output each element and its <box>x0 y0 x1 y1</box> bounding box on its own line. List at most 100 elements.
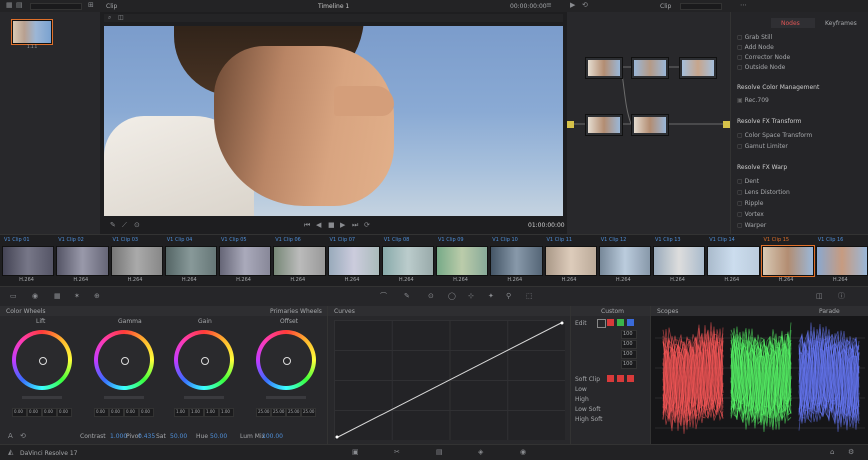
wheel-value-field[interactable]: 1.00 <box>189 408 204 417</box>
intensity-field[interactable]: 100 <box>621 340 637 349</box>
key-icon[interactable]: ⚲ <box>506 293 511 300</box>
still-thumbnail[interactable] <box>11 19 53 45</box>
channel-blue-swatch[interactable] <box>627 319 634 326</box>
viewer-image[interactable] <box>104 26 563 216</box>
color-match-icon[interactable]: ▦ <box>54 293 61 300</box>
loop-playback-icon[interactable]: ⟳ <box>364 222 370 229</box>
wheel-value-field[interactable]: 25.00 <box>301 408 316 417</box>
node-05[interactable] <box>631 114 669 136</box>
intensity-field[interactable]: 100 <box>621 330 637 339</box>
sizing-icon[interactable]: ⬚ <box>526 293 533 300</box>
loop-icon[interactable]: ⟲ <box>582 2 588 9</box>
color-wheel-gain[interactable] <box>174 330 234 390</box>
stop-icon[interactable]: ■ <box>328 222 335 229</box>
wheel-value-field[interactable]: 0.00 <box>57 408 72 417</box>
blur-icon[interactable]: ✦ <box>488 293 494 300</box>
wheel-value-field[interactable]: 25.00 <box>271 408 286 417</box>
wheel-value-field[interactable]: 0.00 <box>109 408 124 417</box>
wheel-value-field[interactable]: 25.00 <box>256 408 271 417</box>
list-item[interactable]: ▢ Lens Distortion <box>737 189 790 196</box>
color-page-icon[interactable]: ◉ <box>520 449 526 456</box>
sat-value[interactable]: 50.00 <box>170 433 187 440</box>
master-wheel-slider[interactable] <box>22 396 62 399</box>
list-item[interactable]: ▢ Vortex <box>737 211 764 218</box>
step-back-icon[interactable]: ◀ <box>316 222 321 229</box>
color-wheel-offset[interactable] <box>256 330 316 390</box>
tab-keyframes[interactable]: Keyframes <box>825 20 857 27</box>
wheel-value-field[interactable]: 0.00 <box>139 408 154 417</box>
brush-icon[interactable]: ⟋ <box>122 222 127 229</box>
lut-icon[interactable]: ▭ <box>10 293 17 300</box>
clip-thumbnail[interactable] <box>653 246 706 276</box>
clip-thumbnail[interactable] <box>544 246 597 276</box>
master-wheel-slider[interactable] <box>184 396 224 399</box>
home-icon[interactable]: ⌂ <box>830 449 834 456</box>
skip-forward-icon[interactable]: ⏭ <box>352 222 358 229</box>
play-icon[interactable]: ▶ <box>570 2 575 9</box>
color-wheel-lift[interactable] <box>12 330 72 390</box>
clip-thumbnail[interactable] <box>219 246 272 276</box>
wheel-value-field[interactable]: 0.00 <box>42 408 57 417</box>
node-04[interactable] <box>585 114 623 136</box>
marker-icon[interactable]: ⊙ <box>134 222 140 229</box>
node-03[interactable] <box>679 57 717 79</box>
node-mode-label[interactable]: Clip <box>660 3 671 10</box>
wheel-mode-select[interactable]: Primaries Wheels <box>270 308 322 315</box>
node-zoom-slider[interactable] <box>680 3 722 10</box>
clip-thumbnail[interactable] <box>490 246 543 276</box>
clip-thumbnail[interactable] <box>707 246 760 276</box>
clip-thumbnail[interactable] <box>273 246 326 276</box>
qualifier-icon[interactable]: ⊙ <box>428 293 434 300</box>
intensity-field[interactable]: 100 <box>621 360 637 369</box>
wheel-value-field[interactable]: 25.00 <box>286 408 301 417</box>
viewer-zoom-icon[interactable]: ⌕ <box>108 14 111 21</box>
clip-thumbnail[interactable] <box>2 246 55 276</box>
warper-icon[interactable]: ✎ <box>404 293 410 300</box>
master-wheel-slider[interactable] <box>104 396 144 399</box>
list-item[interactable]: ▢ Corrector Node <box>737 54 790 61</box>
wheel-value-field[interactable]: 1.00 <box>174 408 189 417</box>
fusion-page-icon[interactable]: ◈ <box>478 449 483 456</box>
list-item[interactable]: ▢ Outside Node <box>737 64 785 71</box>
clip-thumbnail[interactable] <box>327 246 380 276</box>
hdr-icon[interactable]: ✶ <box>74 293 80 300</box>
softclip-red-swatch[interactable] <box>607 375 614 382</box>
wheel-value-field[interactable]: 1.00 <box>204 408 219 417</box>
rgb-mixer-icon[interactable]: ⊕ <box>94 293 100 300</box>
lum-mix-value[interactable]: 100.00 <box>262 433 283 440</box>
media-page-icon[interactable]: ▣ <box>352 449 359 456</box>
view-options-icon[interactable]: ⊞ <box>88 2 94 9</box>
scope-mode-select[interactable]: Parade <box>819 308 840 315</box>
intensity-field[interactable]: 100 <box>621 350 637 359</box>
channel-luma-swatch[interactable] <box>597 319 606 328</box>
color-wheel-gamma[interactable] <box>94 330 154 390</box>
pen-icon[interactable]: ✎ <box>110 222 116 229</box>
softclip-red-swatch-3[interactable] <box>627 375 634 382</box>
menu-icon[interactable]: ≡ <box>546 2 552 9</box>
edit-page-icon[interactable]: ▤ <box>436 449 443 456</box>
media-pool-icon[interactable]: ▤ <box>16 2 23 9</box>
hue-value[interactable]: 50.00 <box>210 433 227 440</box>
list-item[interactable]: ▢ Add Node <box>737 44 774 51</box>
clip-thumbnail[interactable] <box>110 246 163 276</box>
list-item[interactable]: ▢ Color Space Transform <box>737 132 812 139</box>
wheel-value-field[interactable]: 0.00 <box>27 408 42 417</box>
scope-toggle-icon[interactable]: ◫ <box>816 293 823 300</box>
clip-thumbnail[interactable] <box>381 246 434 276</box>
list-item[interactable]: ▢ Warper <box>737 222 766 229</box>
clip-thumbnail[interactable] <box>815 246 868 276</box>
wheel-value-field[interactable]: 1.00 <box>219 408 234 417</box>
camera-raw-icon[interactable]: ◉ <box>32 293 38 300</box>
wheel-value-field[interactable]: 0.00 <box>124 408 139 417</box>
zoom-slider[interactable] <box>30 3 82 10</box>
window-icon[interactable]: ◯ <box>448 293 456 300</box>
play-forward-icon[interactable]: ▶ <box>340 222 345 229</box>
master-wheel-slider[interactable] <box>266 396 306 399</box>
node-02[interactable] <box>631 57 669 79</box>
clip-thumbnail[interactable] <box>56 246 109 276</box>
clip-thumbnail[interactable] <box>598 246 651 276</box>
list-item[interactable]: ▣ Rec.709 <box>737 97 769 104</box>
channel-red-swatch[interactable] <box>607 319 614 326</box>
list-item[interactable]: ▢ Dent <box>737 178 759 185</box>
clip-thumbnail[interactable] <box>436 246 489 276</box>
